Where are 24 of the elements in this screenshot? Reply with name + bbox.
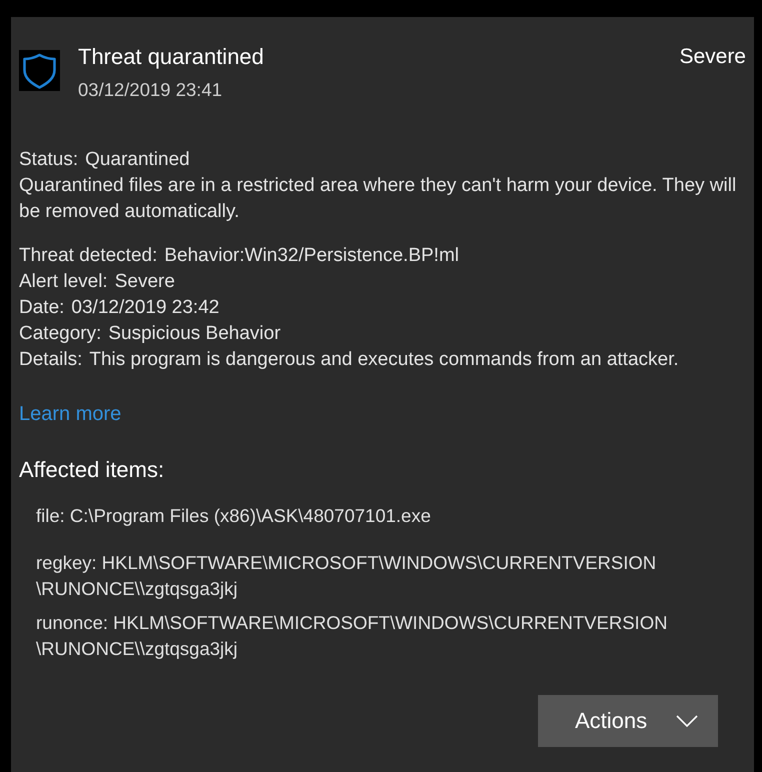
- shield-icon: [19, 50, 60, 91]
- detail-value: Behavior:Win32/Persistence.BP!ml: [164, 244, 459, 268]
- detail-value: Suspicious Behavior: [108, 322, 281, 346]
- status-label: Status:: [19, 148, 78, 172]
- detail-label: Details:: [19, 348, 82, 372]
- notification-timestamp: 03/12/2019 23:41: [78, 78, 222, 102]
- severity-label: Severe: [679, 44, 746, 70]
- affected-item: file: C:\Program Files (x86)\ASK\480707101.exe: [36, 504, 431, 528]
- affected-item: runonce: HKLM\SOFTWARE\MICROSOFT\WINDOWS\CURRENTVERSION \RUNONCE\\zgtqsga3jkj: [36, 611, 668, 661]
- detail-value: 03/12/2019 23:42: [71, 296, 220, 320]
- detail-label: Threat detected:: [19, 244, 158, 268]
- learn-more-link[interactable]: Learn more: [19, 401, 122, 427]
- detail-label: Date:: [19, 296, 64, 320]
- detail-value: Severe: [114, 270, 175, 294]
- status-value: Quarantined: [85, 148, 190, 172]
- affected-item: regkey: HKLM\SOFTWARE\MICROSOFT\WINDOWS\CURRENTVERSION \RUNONCE\\zgtqsga3jkj: [36, 551, 658, 601]
- chevron-down-icon: [676, 715, 698, 727]
- actions-button[interactable]: Actions: [538, 695, 718, 747]
- status-description: Quarantined files are in a restricted area where they can't harm your device. They will be removed automatically.: [19, 174, 738, 224]
- detail-label: Alert level:: [19, 270, 108, 294]
- notification-title: Threat quarantined: [78, 44, 264, 70]
- detail-value: This program is dangerous and executes commands from an attacker.: [89, 348, 679, 372]
- detail-label: Category:: [19, 322, 102, 346]
- affected-items-heading: Affected items:: [19, 456, 164, 484]
